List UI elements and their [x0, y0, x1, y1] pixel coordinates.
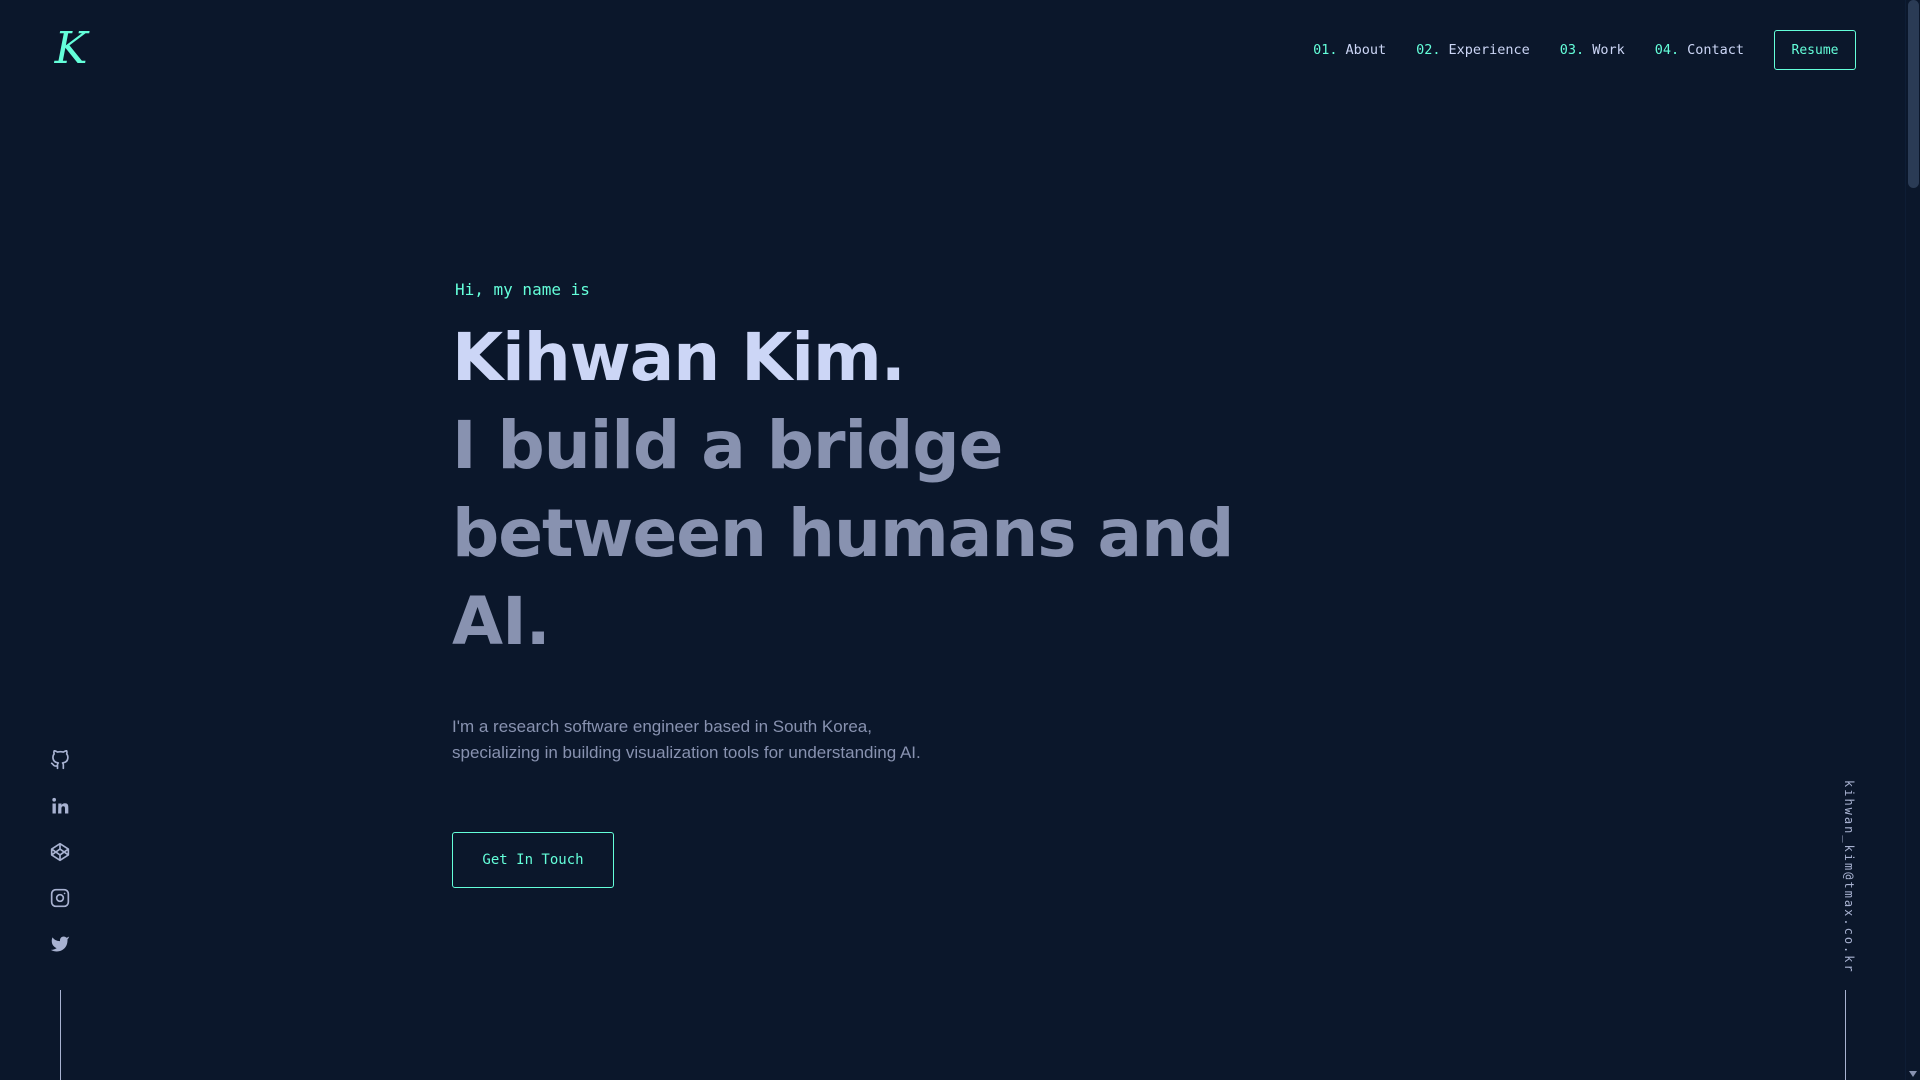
nav-item-work[interactable]: 03. Work	[1560, 30, 1625, 70]
nav-item-number: 03.	[1559, 42, 1585, 58]
codepen-icon[interactable]	[50, 842, 70, 862]
social-divider-line	[60, 990, 61, 1080]
nav-item-label: About	[1345, 42, 1387, 58]
email-divider-line	[1845, 990, 1846, 1080]
nav-item-about[interactable]: 01. About	[1313, 30, 1386, 70]
nav-item-label: Contact	[1687, 42, 1744, 58]
get-in-touch-button[interactable]: Get In Touch	[452, 832, 614, 888]
nav-item-experience[interactable]: 02. Experience	[1416, 30, 1530, 70]
hero-section: Hi, my name is Kihwan Kim. I build a bri…	[452, 280, 1352, 888]
hero-greeting: Hi, my name is	[455, 280, 590, 299]
email-link[interactable]: kihwan_kim@tmax.co.kr	[1836, 780, 1856, 974]
twitter-icon[interactable]	[50, 934, 70, 954]
resume-button[interactable]: Resume	[1774, 30, 1856, 70]
linkedin-icon[interactable]	[50, 796, 70, 816]
nav-item-number: 01.	[1313, 42, 1338, 58]
scroll-down-arrow-icon[interactable]	[1909, 1071, 1917, 1077]
scrollbar-thumb[interactable]	[1908, 0, 1919, 188]
nav-item-number: 02.	[1416, 42, 1441, 58]
main-nav: 01. About 02. Experience 03. Work 04. Co…	[1313, 30, 1856, 70]
instagram-icon[interactable]	[50, 888, 70, 908]
social-links	[48, 750, 72, 980]
github-icon[interactable]	[50, 750, 70, 770]
logo[interactable]: K	[48, 26, 94, 72]
page-scrollbar[interactable]	[1905, 0, 1920, 1080]
hero-intro-line: specializing in building visualization t…	[452, 743, 921, 762]
nav-item-label: Work	[1592, 42, 1625, 58]
hero-tagline: I build a bridge between humans and AI.	[452, 407, 1234, 660]
nav-item-contact[interactable]: 04. Contact	[1655, 30, 1744, 70]
hero-intro: I'm a research software engineer based i…	[452, 714, 1012, 766]
nav-item-number: 04.	[1654, 42, 1680, 58]
nav-item-label: Experience	[1448, 42, 1530, 58]
hero-name: Kihwan Kim.	[452, 319, 906, 396]
hero-intro-line: I'm a research software engineer based i…	[452, 717, 872, 736]
